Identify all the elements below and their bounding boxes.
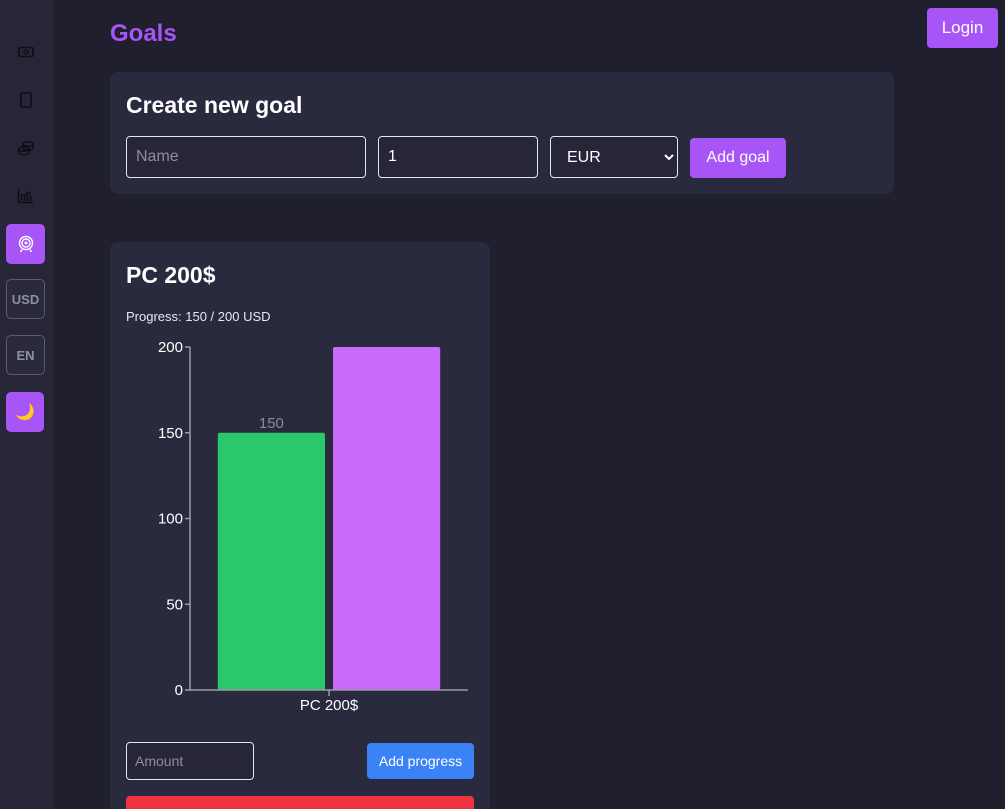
book-icon: [19, 92, 32, 108]
add-goal-button[interactable]: Add goal: [690, 138, 786, 178]
goal-card: PC 200$ Progress: 150 / 200 USD 0 50 100 15…: [110, 242, 490, 809]
target-icon: [18, 235, 33, 253]
y-tick-label: 50: [166, 596, 183, 613]
add-progress-button[interactable]: Add progress: [367, 743, 474, 779]
theme-toggle[interactable]: 🌙: [6, 392, 44, 432]
x-tick-label: PC 200$: [300, 697, 359, 714]
goal-amount-input[interactable]: [378, 136, 538, 178]
y-tick-label: 150: [158, 425, 183, 442]
create-goal-card: Create new goal EUR Add goal: [110, 72, 894, 194]
language-toggle[interactable]: EN: [6, 335, 45, 375]
sidebar-item-goals[interactable]: [6, 224, 45, 264]
sidebar-item-wallet[interactable]: [6, 32, 45, 72]
sidebar-item-chart[interactable]: [6, 176, 45, 216]
goal-progress-text: Progress: 150 / 200 USD: [126, 309, 271, 324]
currency-label: USD: [11, 291, 40, 307]
bar-0: [217, 432, 325, 690]
sidebar-item-coins[interactable]: [6, 128, 45, 168]
page-title: Goals: [110, 20, 177, 47]
goal-progress-chart: 0 50 100 150 200 150 PC 200$: [158, 339, 468, 714]
currency-select[interactable]: EUR: [550, 136, 678, 178]
goal-name-input[interactable]: [126, 136, 366, 178]
sidebar: USD EN 🌙: [0, 0, 54, 809]
sidebar-item-book[interactable]: [6, 80, 45, 120]
y-tick-label: 200: [158, 339, 183, 356]
chart-icon: [17, 189, 33, 204]
progress-amount-input[interactable]: [126, 742, 254, 780]
moon-icon: 🌙: [15, 404, 35, 421]
create-goal-title: Create new goal: [126, 92, 303, 118]
bar-data-label: 150: [259, 415, 284, 432]
login-button[interactable]: Login: [927, 8, 998, 48]
language-label: EN: [16, 347, 35, 363]
y-tick-label: 100: [158, 511, 183, 528]
currency-toggle[interactable]: USD: [6, 279, 45, 319]
y-tick-label: 0: [175, 682, 183, 699]
bar-1: [333, 347, 441, 690]
coins-icon: [17, 140, 34, 156]
wallet-icon: [17, 46, 34, 58]
delete-goal-button[interactable]: [126, 796, 474, 809]
goal-title: PC 200$: [126, 262, 216, 288]
